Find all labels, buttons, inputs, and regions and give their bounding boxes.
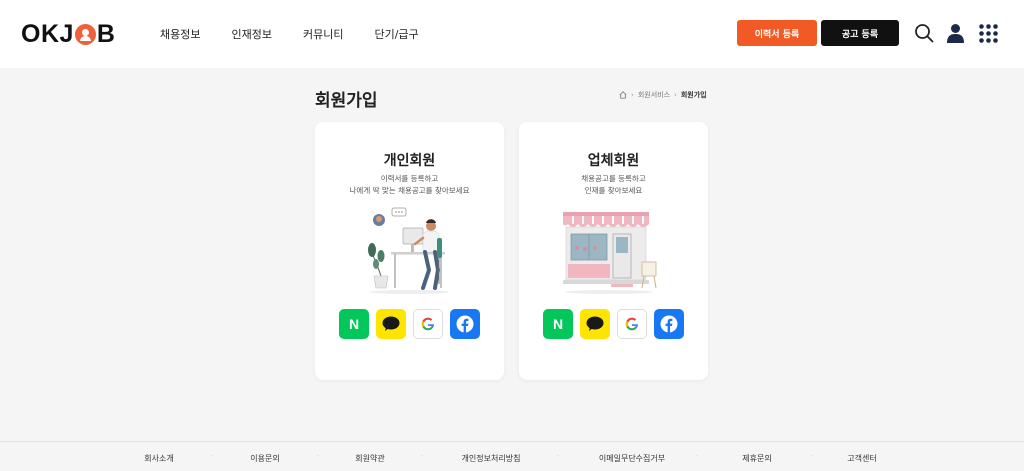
- breadcrumb-member-service[interactable]: 회원서비스: [638, 90, 670, 100]
- card-title: 업체회원: [587, 153, 640, 169]
- footer-separator: ·: [696, 453, 698, 460]
- grid-menu-icon[interactable]: [979, 24, 998, 43]
- breadcrumb-separator: ›: [631, 91, 634, 99]
- search-icon[interactable]: [914, 23, 934, 43]
- user-icon[interactable]: [946, 23, 965, 43]
- google-icon: [421, 317, 434, 331]
- nav-item-shortterm[interactable]: 단기/급구: [374, 26, 418, 42]
- footer-separator: ·: [317, 453, 319, 460]
- footer-link-privacy[interactable]: 개인정보처리방침: [462, 453, 521, 464]
- kakao-icon: [382, 316, 400, 331]
- okjob-logo[interactable]: OKJ B: [21, 20, 115, 49]
- card-description: 이력서를 등록하고 나에게 딱 맞는 채용공고를 찾아보세요: [315, 173, 504, 197]
- naver-icon: N: [348, 316, 360, 332]
- naver-login-button[interactable]: N: [543, 309, 573, 339]
- facebook-icon: [456, 315, 474, 333]
- nav-item-talent[interactable]: 인재정보: [231, 26, 271, 42]
- footer-link-support[interactable]: 고객센터: [847, 453, 876, 464]
- kakao-login-button[interactable]: [376, 309, 406, 339]
- personal-member-card[interactable]: 개인회원 이력서를 등록하고 나에게 딱 맞는 채용공고를 찾아보세요 N: [315, 122, 504, 380]
- nav-item-jobs[interactable]: 채용정보: [160, 26, 200, 42]
- footer-link-terms[interactable]: 회원약관: [355, 453, 384, 464]
- footer-separator: ·: [811, 453, 813, 460]
- footer-link-about[interactable]: 회사소개: [144, 453, 173, 464]
- kakao-icon: [586, 316, 604, 331]
- footer-separator: ·: [211, 453, 213, 460]
- card-desc-line: 채용공고를 등록하고: [581, 174, 646, 183]
- naver-icon: N: [552, 316, 564, 332]
- footer-link-partnership[interactable]: 제휴문의: [742, 453, 771, 464]
- google-login-button[interactable]: [617, 309, 647, 339]
- footer-separator: ·: [421, 453, 423, 460]
- footer: 회사소개 · 이용문의 · 회원약관 · 개인정보처리방침 · 이메일무단수집거…: [0, 441, 1024, 471]
- nav-item-community[interactable]: 커뮤니티: [303, 26, 343, 42]
- breadcrumb: › 회원서비스 › 회원가입: [619, 90, 707, 100]
- breadcrumb-current: 회원가입: [680, 91, 707, 99]
- card-description: 채용공고를 등록하고 인재를 찾아보세요: [519, 173, 708, 197]
- facebook-login-button[interactable]: [654, 309, 684, 339]
- home-icon[interactable]: [619, 91, 627, 99]
- social-login-row: N: [543, 309, 684, 339]
- card-desc-line: 인재를 찾아보세요: [584, 186, 643, 195]
- social-login-row: N: [339, 309, 480, 339]
- person-at-desk-illustration: [368, 207, 449, 294]
- card-title: 개인회원: [383, 153, 436, 169]
- card-desc-line: 이력서를 등록하고: [380, 174, 439, 183]
- register-job-button[interactable]: 공고 등록: [821, 20, 899, 46]
- footer-link-email-policy[interactable]: 이메일무단수집거부: [599, 453, 665, 464]
- top-header: OKJ B 채용정보 인재정보 커뮤니티 단기/급구 이력서 등록 공고 등록: [0, 0, 1024, 68]
- footer-separator: ·: [557, 453, 559, 460]
- breadcrumb-separator: ›: [674, 91, 677, 99]
- register-resume-button[interactable]: 이력서 등록: [737, 20, 817, 46]
- google-icon: [625, 317, 638, 331]
- naver-login-button[interactable]: N: [339, 309, 369, 339]
- kakao-login-button[interactable]: [580, 309, 610, 339]
- page-title: 회원가입: [315, 91, 378, 111]
- footer-link-inquiry[interactable]: 이용문의: [250, 453, 279, 464]
- facebook-login-button[interactable]: [450, 309, 480, 339]
- company-member-card[interactable]: 업체회원 채용공고를 등록하고 인재를 찾아보세요 N: [519, 122, 708, 380]
- storefront-illustration: [563, 212, 657, 294]
- card-desc-line: 나에게 딱 맞는 채용공고를 찾아보세요: [349, 186, 470, 195]
- google-login-button[interactable]: [413, 309, 443, 339]
- main-nav: 채용정보 인재정보 커뮤니티 단기/급구: [160, 26, 450, 42]
- facebook-icon: [660, 315, 678, 333]
